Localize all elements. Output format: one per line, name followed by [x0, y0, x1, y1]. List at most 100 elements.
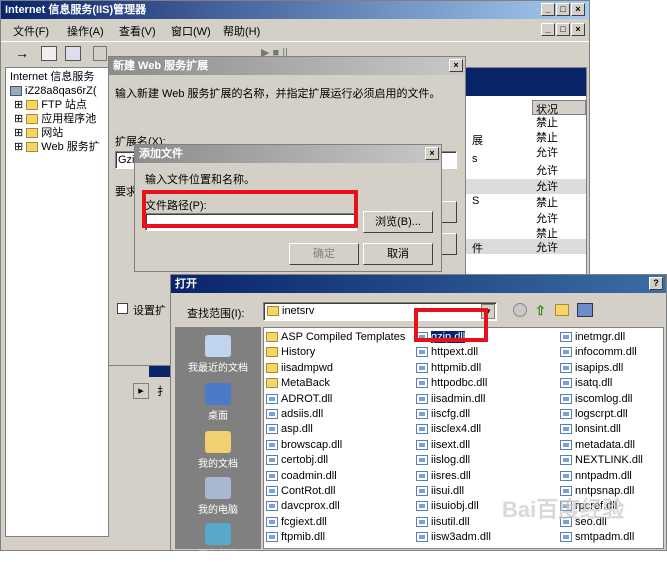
- mid-label: 展: [472, 135, 483, 147]
- expand-icon[interactable]: ⊞: [14, 99, 26, 111]
- maximize-button[interactable]: □: [556, 3, 570, 16]
- places-desktop[interactable]: 桌面: [175, 383, 261, 422]
- folder-icon: [266, 378, 278, 389]
- close-button[interactable]: ×: [571, 3, 585, 16]
- file-item[interactable]: certobj.dll: [266, 453, 328, 467]
- set-status-checkbox[interactable]: [117, 303, 128, 314]
- file-item[interactable]: isatq.dll: [560, 376, 612, 390]
- new-extension-description: 输入新建 Web 服务扩展的名称，并指定扩展运行必须启用的文件。: [115, 88, 441, 100]
- back-icon[interactable]: [513, 303, 527, 317]
- status-column-header[interactable]: 状况: [532, 100, 586, 116]
- file-item[interactable]: iisui.dll: [416, 484, 464, 498]
- file-item[interactable]: iisuiobj.dll: [416, 499, 479, 513]
- file-item[interactable]: metadata.dll: [560, 438, 635, 452]
- file-item[interactable]: iisutil.dll: [416, 515, 470, 529]
- places-documents[interactable]: 我的文档: [175, 431, 261, 470]
- file-name: History: [281, 346, 316, 359]
- places-network-label: 网上邻居: [198, 551, 238, 562]
- file-item[interactable]: httpodbc.dll: [416, 376, 487, 390]
- mdi-minimize-button[interactable]: _: [541, 23, 555, 36]
- menu-action[interactable]: 操作(A): [67, 23, 104, 39]
- file-item[interactable]: asp.dll: [266, 422, 313, 436]
- file-item[interactable]: ASP Compiled Templates: [266, 330, 405, 344]
- browse-button[interactable]: 浏览(B)...: [363, 211, 433, 233]
- dll-file-icon: [266, 424, 278, 435]
- places-recent[interactable]: 我最近的文档: [175, 335, 261, 374]
- places-network[interactable]: 网上邻居: [175, 523, 261, 562]
- file-item[interactable]: iisres.dll: [416, 469, 471, 483]
- file-item[interactable]: iisadmin.dll: [416, 392, 485, 406]
- view-menu-icon[interactable]: [577, 303, 593, 317]
- file-item[interactable]: adsiis.dll: [266, 407, 323, 421]
- mdi-close-button[interactable]: ×: [571, 23, 585, 36]
- set-status-label: 设置扩: [133, 305, 166, 317]
- file-item[interactable]: davcprox.dll: [266, 499, 340, 513]
- add-file-close-button[interactable]: ×: [425, 147, 439, 160]
- tree-ftp[interactable]: ⊞ FTP 站点: [14, 98, 87, 112]
- file-item[interactable]: iislog.dll: [416, 453, 470, 467]
- file-item[interactable]: lonsint.dll: [560, 422, 621, 436]
- file-item[interactable]: fcgiext.dll: [266, 515, 327, 529]
- file-item[interactable]: ContRot.dll: [266, 484, 335, 498]
- new-folder-icon[interactable]: [555, 304, 569, 316]
- properties-icon[interactable]: [65, 46, 81, 61]
- file-item[interactable]: ADROT.dll: [266, 392, 332, 406]
- file-item[interactable]: nntpadm.dll: [560, 469, 632, 483]
- file-name: iisw3adm.dll: [431, 531, 491, 544]
- file-name: iisutil.dll: [431, 515, 470, 528]
- file-item[interactable]: logscrpt.dll: [560, 407, 628, 421]
- open-help-button[interactable]: ?: [649, 277, 663, 290]
- file-item[interactable]: httpext.dll: [416, 345, 478, 359]
- file-item[interactable]: coadmin.dll: [266, 469, 337, 483]
- ok-button[interactable]: 确定: [289, 243, 359, 265]
- file-name: metadata.dll: [575, 438, 635, 451]
- file-item[interactable]: iisw3adm.dll: [416, 530, 491, 544]
- dll-file-icon: [266, 409, 278, 420]
- file-item[interactable]: inetmgr.dll: [560, 330, 625, 344]
- up-folder-icon[interactable]: [41, 46, 57, 61]
- expand-icon[interactable]: ⊞: [14, 127, 26, 139]
- new-extension-close-button[interactable]: ×: [449, 59, 463, 72]
- back-arrow-icon[interactable]: →: [15, 45, 29, 61]
- status-cell: 允许: [536, 165, 558, 177]
- tree-websites[interactable]: ⊞ 网站: [14, 126, 63, 140]
- mdi-restore-button[interactable]: □: [556, 23, 570, 36]
- tree-root[interactable]: Internet 信息服务: [10, 70, 94, 84]
- dll-file-icon: [416, 470, 428, 481]
- file-name: ADROT.dll: [281, 392, 333, 405]
- expand-icon[interactable]: ⊞: [14, 113, 26, 125]
- file-item[interactable]: iisadmpwd: [266, 361, 333, 375]
- file-item[interactable]: History: [266, 345, 315, 359]
- scroll-left-button[interactable]: ▸: [133, 383, 149, 399]
- up-folder-icon[interactable]: ⇧: [535, 303, 546, 319]
- menu-help[interactable]: 帮助(H): [223, 23, 260, 39]
- file-item[interactable]: browscap.dll: [266, 438, 342, 452]
- file-item[interactable]: iisext.dll: [416, 438, 470, 452]
- add-file-title: 添加文件: [139, 148, 183, 160]
- file-item[interactable]: iiscfg.dll: [416, 407, 470, 421]
- file-item[interactable]: NEXTLINK.dll: [560, 453, 643, 467]
- file-item[interactable]: isapips.dll: [560, 361, 623, 375]
- file-item[interactable]: iscomlog.dll: [560, 392, 632, 406]
- extension-name-value: Gzi: [118, 154, 135, 166]
- minimize-button[interactable]: _: [541, 3, 555, 16]
- expand-icon[interactable]: ⊞: [14, 141, 26, 153]
- tree-webext[interactable]: ⊞ Web 服务扩: [14, 140, 100, 154]
- tree-server[interactable]: iZ28a8qas6rZ(: [10, 84, 97, 98]
- file-item[interactable]: smtpadm.dll: [560, 530, 634, 544]
- menu-file[interactable]: 文件(F): [13, 23, 49, 39]
- file-item[interactable]: ftpmib.dll: [266, 530, 325, 544]
- file-item[interactable]: infocomm.dll: [560, 345, 637, 359]
- file-item[interactable]: httpmib.dll: [416, 361, 481, 375]
- menu-bar: 文件(F) 操作(A) 查看(V) 窗口(W) 帮助(H) _ □ ×: [1, 19, 589, 41]
- refresh-icon[interactable]: [93, 46, 107, 61]
- file-item[interactable]: MetaBack: [266, 376, 330, 390]
- file-item[interactable]: iisclex4.dll: [416, 422, 481, 436]
- places-documents-label: 我的文档: [198, 459, 238, 470]
- menu-view[interactable]: 查看(V): [119, 23, 156, 39]
- places-computer[interactable]: 我的电脑: [175, 477, 261, 516]
- menu-window[interactable]: 窗口(W): [171, 23, 211, 39]
- cancel-button[interactable]: 取消: [363, 243, 433, 265]
- tree-apppool[interactable]: ⊞ 应用程序池: [14, 112, 96, 126]
- file-name: ASP Compiled Templates: [281, 331, 406, 343]
